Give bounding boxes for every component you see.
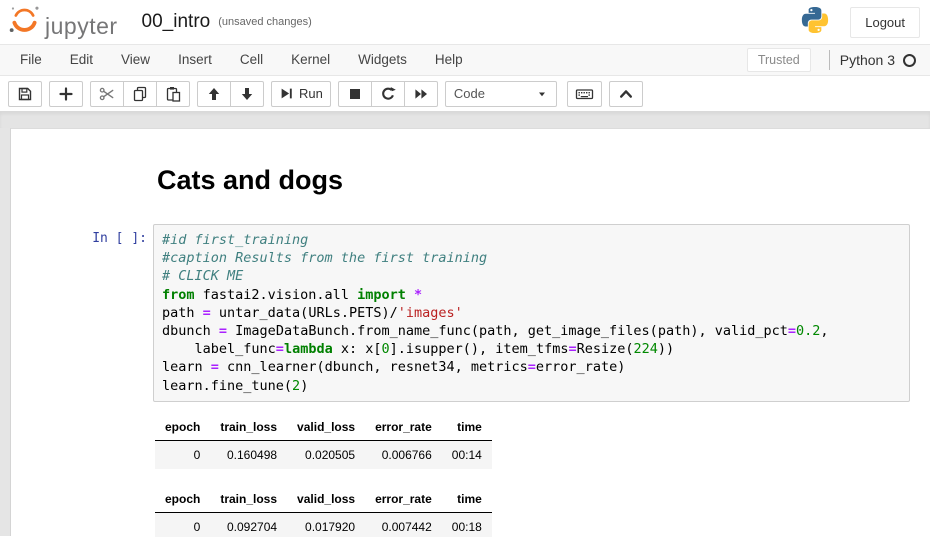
table-cell: 0.020505 bbox=[287, 440, 365, 469]
cell-output-area: epochtrain_lossvalid_losserror_ratetime0… bbox=[153, 414, 910, 537]
table-cell: 0.006766 bbox=[365, 440, 442, 469]
notebook-area: Cats and dogs In [ ]: #id first_training… bbox=[0, 128, 930, 536]
column-header: epoch bbox=[155, 486, 210, 513]
column-header: valid_loss bbox=[287, 486, 365, 513]
training-results-table-2: epochtrain_lossvalid_losserror_ratetime0… bbox=[155, 486, 492, 537]
kernel-name: Python 3 bbox=[840, 52, 895, 68]
notebook-title[interactable]: 00_intro bbox=[142, 11, 211, 33]
kernel-idle-icon bbox=[903, 54, 916, 67]
command-palette-icon bbox=[575, 86, 594, 102]
jupyter-logo-text: jupyter bbox=[45, 15, 118, 41]
column-header: train_loss bbox=[210, 486, 287, 513]
restart-kernel-icon bbox=[380, 86, 396, 102]
python-logo-icon bbox=[800, 5, 830, 40]
markdown-cell[interactable]: Cats and dogs bbox=[11, 159, 930, 214]
interrupt-kernel-button[interactable] bbox=[338, 81, 372, 107]
markdown-cell-prompt bbox=[11, 159, 153, 214]
run-cell-button[interactable]: Run bbox=[271, 81, 331, 107]
save-button[interactable] bbox=[8, 81, 42, 107]
code-line: path = untar_data(URLs.PETS)/'images' bbox=[162, 304, 901, 322]
toolbar-shadow-band bbox=[0, 111, 930, 128]
move-cell-down-button[interactable] bbox=[230, 81, 264, 107]
notebook-header: jupyter 00_intro (unsaved changes) Logou… bbox=[0, 0, 930, 44]
cell-type-value: Code bbox=[454, 86, 485, 101]
copy-cell-button[interactable] bbox=[123, 81, 157, 107]
collapse-toolbar-icon bbox=[618, 86, 634, 102]
celltype-caret-icon bbox=[536, 88, 548, 100]
table-cell: 0.017920 bbox=[287, 512, 365, 537]
notebook-container: Cats and dogs In [ ]: #id first_training… bbox=[10, 128, 930, 536]
move-cell-up-button[interactable] bbox=[197, 81, 231, 107]
move-cell-up-icon bbox=[206, 86, 222, 102]
code-editor[interactable]: #id first_training#caption Results from … bbox=[153, 224, 910, 402]
menu-item-widgets[interactable]: Widgets bbox=[344, 45, 421, 75]
checkpoint-status: (unsaved changes) bbox=[218, 16, 312, 28]
command-palette-button[interactable] bbox=[567, 81, 602, 107]
table-cell: 00:18 bbox=[442, 512, 492, 537]
menubar: FileEditViewInsertCellKernelWidgetsHelp … bbox=[0, 44, 930, 76]
cut-cell-icon bbox=[99, 86, 115, 102]
paste-cell-icon bbox=[165, 86, 181, 102]
menu-item-view[interactable]: View bbox=[107, 45, 164, 75]
jupyter-logo[interactable]: jupyter bbox=[8, 3, 118, 41]
cut-cell-button[interactable] bbox=[90, 81, 124, 107]
table-cell: 0.092704 bbox=[210, 512, 287, 537]
column-header: error_rate bbox=[365, 486, 442, 513]
logout-button[interactable]: Logout bbox=[850, 7, 920, 38]
restart-run-all-icon bbox=[413, 86, 429, 102]
menu-item-insert[interactable]: Insert bbox=[164, 45, 226, 75]
column-header: train_loss bbox=[210, 414, 287, 441]
code-line: #caption Results from the first training bbox=[162, 249, 901, 267]
code-cell-prompt: In [ ]: bbox=[11, 224, 153, 537]
column-header: epoch bbox=[155, 414, 210, 441]
table-row: 00.0927040.0179200.00744200:18 bbox=[155, 512, 492, 537]
save-icon bbox=[17, 86, 33, 102]
markdown-heading: Cats and dogs bbox=[153, 165, 910, 196]
code-line: learn.fine_tune(2) bbox=[162, 377, 901, 395]
column-header: time bbox=[442, 486, 492, 513]
menu-item-file[interactable]: File bbox=[6, 45, 56, 75]
cell-type-dropdown[interactable]: Code bbox=[445, 81, 557, 107]
menu-item-edit[interactable]: Edit bbox=[56, 45, 107, 75]
add-cell-button[interactable] bbox=[49, 81, 83, 107]
column-header: time bbox=[442, 414, 492, 441]
table-cell: 00:14 bbox=[442, 440, 492, 469]
move-cell-down-icon bbox=[239, 86, 255, 102]
menu-item-cell[interactable]: Cell bbox=[226, 45, 277, 75]
interrupt-kernel-icon bbox=[347, 86, 363, 102]
kernel-divider bbox=[829, 50, 830, 70]
table-cell: 0 bbox=[155, 512, 210, 537]
code-cell[interactable]: In [ ]: #id first_training#caption Resul… bbox=[11, 224, 930, 537]
table-cell: 0 bbox=[155, 440, 210, 469]
restart-run-all-button[interactable] bbox=[404, 81, 438, 107]
code-line: # CLICK ME bbox=[162, 267, 901, 285]
code-line: learn = cnn_learner(dbunch, resnet34, me… bbox=[162, 358, 901, 376]
add-cell-icon bbox=[58, 86, 74, 102]
code-line: label_func=lambda x: x[0].isupper(), ite… bbox=[162, 340, 901, 358]
table-cell: 0.160498 bbox=[210, 440, 287, 469]
paste-cell-button[interactable] bbox=[156, 81, 190, 107]
training-results-table-1: epochtrain_lossvalid_losserror_ratetime0… bbox=[155, 414, 492, 469]
column-header: valid_loss bbox=[287, 414, 365, 441]
menu-item-help[interactable]: Help bbox=[421, 45, 477, 75]
table-cell: 0.007442 bbox=[365, 512, 442, 537]
table-row: 00.1604980.0205050.00676600:14 bbox=[155, 440, 492, 469]
menu-item-kernel[interactable]: Kernel bbox=[277, 45, 344, 75]
code-line: dbunch = ImageDataBunch.from_name_func(p… bbox=[162, 322, 901, 340]
menu-items: FileEditViewInsertCellKernelWidgetsHelp bbox=[6, 45, 477, 75]
trusted-badge[interactable]: Trusted bbox=[747, 48, 811, 72]
collapse-toolbar-button[interactable] bbox=[609, 81, 643, 107]
column-header: error_rate bbox=[365, 414, 442, 441]
run-icon bbox=[279, 86, 294, 101]
copy-cell-icon bbox=[132, 86, 148, 102]
restart-kernel-button[interactable] bbox=[371, 81, 405, 107]
run-button-label: Run bbox=[299, 86, 323, 101]
toolbar: Run Code bbox=[0, 76, 930, 111]
jupyter-logo-icon bbox=[8, 3, 41, 41]
code-line: #id first_training bbox=[162, 231, 901, 249]
code-line: from fastai2.vision.all import * bbox=[162, 286, 901, 304]
